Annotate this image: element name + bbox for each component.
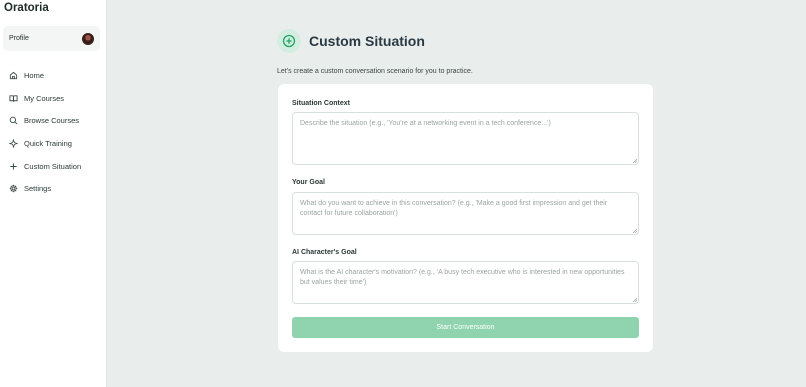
app-logo: Oratoria: [4, 2, 49, 14]
your-goal-placeholder: What do you want to achieve in this conv…: [300, 200, 608, 217]
nav-item-settings[interactable]: Settings: [9, 181, 51, 195]
nav-item-label: Settings: [24, 183, 52, 193]
nav-item-label: Home: [24, 70, 45, 80]
situation-context-placeholder: Describe the situation (e.g., 'You're at…: [300, 120, 551, 127]
resize-handle-icon[interactable]: [632, 297, 637, 302]
nav-item-label: Browse Courses: [24, 115, 80, 125]
ai-goal-label: AI Character's Goal: [292, 249, 357, 256]
nav-item-home[interactable]: Home: [9, 68, 44, 82]
page-subtitle: Let's create a custom conversation scena…: [277, 68, 473, 75]
your-goal-input[interactable]: What do you want to achieve in this conv…: [292, 192, 639, 235]
plus-icon: [9, 162, 18, 171]
your-goal-label: Your Goal: [292, 179, 325, 186]
avatar: [82, 32, 94, 45]
page-title: Custom Situation: [309, 33, 425, 49]
plus-circle-icon: [277, 29, 301, 53]
sparkle-icon: [9, 138, 18, 148]
gear-icon: [9, 184, 18, 193]
situation-context-input[interactable]: Describe the situation (e.g., 'You're at…: [292, 112, 639, 165]
profile-button[interactable]: Profile: [3, 26, 100, 51]
nav-item-browse-courses[interactable]: Browse Courses: [9, 113, 79, 127]
scenario-form-card: Situation Context Describe the situation…: [278, 84, 653, 352]
book-icon: [9, 94, 18, 103]
profile-label: Profile: [9, 35, 29, 42]
resize-handle-icon[interactable]: [632, 228, 637, 233]
sidebar: Oratoria Profile Home My Courses Browse …: [0, 0, 107, 387]
search-icon: [9, 116, 18, 125]
nav-item-custom-situation[interactable]: Custom Situation: [9, 159, 81, 173]
nav-item-label: My Courses: [24, 93, 65, 103]
situation-context-label: Situation Context: [292, 100, 350, 107]
ai-goal-input[interactable]: What is the AI character's motivation? (…: [292, 261, 639, 304]
nav-item-my-courses[interactable]: My Courses: [9, 91, 64, 105]
start-conversation-button[interactable]: Start Conversation: [292, 317, 639, 338]
nav-item-quick-training[interactable]: Quick Training: [9, 136, 72, 150]
nav-item-label: Custom Situation: [24, 161, 82, 171]
page-header: Custom Situation: [277, 29, 425, 53]
home-icon: [9, 71, 18, 80]
ai-goal-placeholder: What is the AI character's motivation? (…: [300, 269, 625, 286]
nav-item-label: Quick Training: [24, 138, 72, 148]
resize-handle-icon[interactable]: [632, 158, 637, 163]
